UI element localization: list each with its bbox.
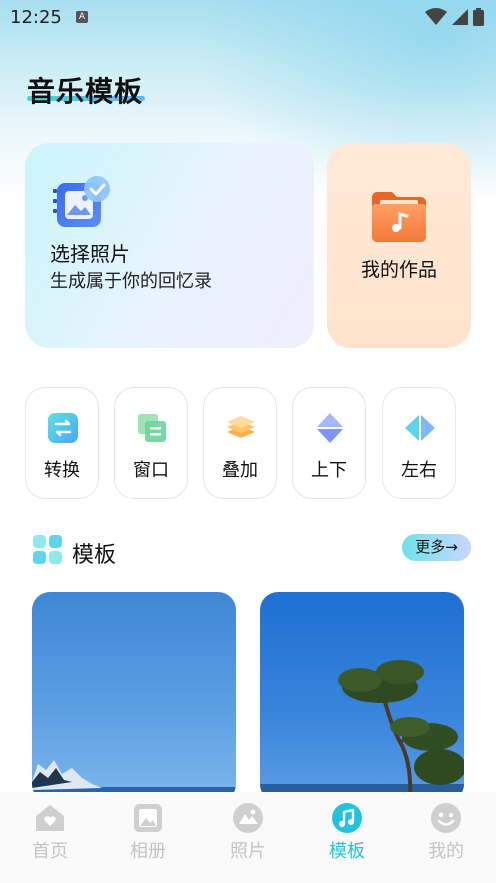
music-folder-icon xyxy=(370,188,428,248)
effect-swap[interactable]: 转换 xyxy=(25,387,99,499)
my-works-card[interactable]: 我的作品 xyxy=(327,143,471,348)
signal-icon xyxy=(452,9,468,25)
effect-label: 左右 xyxy=(401,460,437,481)
home-icon xyxy=(34,802,66,834)
select-photos-title: 选择照片 xyxy=(50,242,130,266)
nav-label: 相册 xyxy=(130,841,166,862)
template-thumbnail-glacier[interactable] xyxy=(32,592,236,802)
nav-label: 模板 xyxy=(329,841,365,862)
effect-window[interactable]: 窗口 xyxy=(114,387,188,499)
left-right-icon xyxy=(404,412,436,444)
layers-icon xyxy=(225,412,257,444)
bottom-navigation: 首页 相册 照片 模板 我的 xyxy=(0,792,496,883)
effects-row: 转换 窗口 叠加 上下 左右 xyxy=(25,387,471,501)
effect-left-right[interactable]: 左右 xyxy=(382,387,456,499)
photo-album-icon xyxy=(53,175,113,235)
effect-label: 窗口 xyxy=(133,460,169,481)
effect-label: 转换 xyxy=(44,460,80,481)
album-icon xyxy=(132,802,164,834)
nav-item-photo[interactable]: 照片 xyxy=(198,802,298,863)
nav-label: 首页 xyxy=(32,841,68,862)
smiley-icon xyxy=(430,802,462,834)
templates-section-icon xyxy=(33,535,63,565)
effect-label: 上下 xyxy=(311,460,347,481)
up-down-icon xyxy=(314,412,346,444)
nav-label: 照片 xyxy=(230,841,266,862)
status-time: 12:25 xyxy=(10,7,62,28)
template-thumbnail-tree[interactable] xyxy=(260,592,464,802)
select-photos-card[interactable]: 选择照片 生成属于你的回忆录 xyxy=(25,143,314,348)
glacier-image xyxy=(32,760,236,802)
system-icons xyxy=(425,8,484,26)
nav-item-templates[interactable]: 模板 xyxy=(297,802,397,863)
nav-label: 我的 xyxy=(428,841,464,862)
nav-item-mine[interactable]: 我的 xyxy=(396,802,496,863)
status-bar: 12:25 A xyxy=(0,0,496,34)
tree-image xyxy=(260,660,464,802)
notification-badge: A xyxy=(76,11,88,23)
effect-layers[interactable]: 叠加 xyxy=(203,387,277,499)
photo-icon xyxy=(232,802,264,834)
window-icon xyxy=(136,412,168,444)
more-button[interactable]: 更多→ xyxy=(402,534,471,561)
page-title: 音乐模板 xyxy=(27,75,144,108)
effect-label: 叠加 xyxy=(222,460,258,481)
templates-section-title: 模板 xyxy=(72,543,117,568)
music-note-icon xyxy=(331,802,363,834)
my-works-title: 我的作品 xyxy=(360,259,437,281)
select-photos-subtitle: 生成属于你的回忆录 xyxy=(50,271,212,292)
battery-icon xyxy=(473,8,484,26)
wifi-icon xyxy=(425,8,447,25)
effect-up-down[interactable]: 上下 xyxy=(292,387,366,499)
nav-item-album[interactable]: 相册 xyxy=(98,802,198,863)
nav-item-home[interactable]: 首页 xyxy=(0,802,100,863)
swap-icon xyxy=(47,412,79,444)
